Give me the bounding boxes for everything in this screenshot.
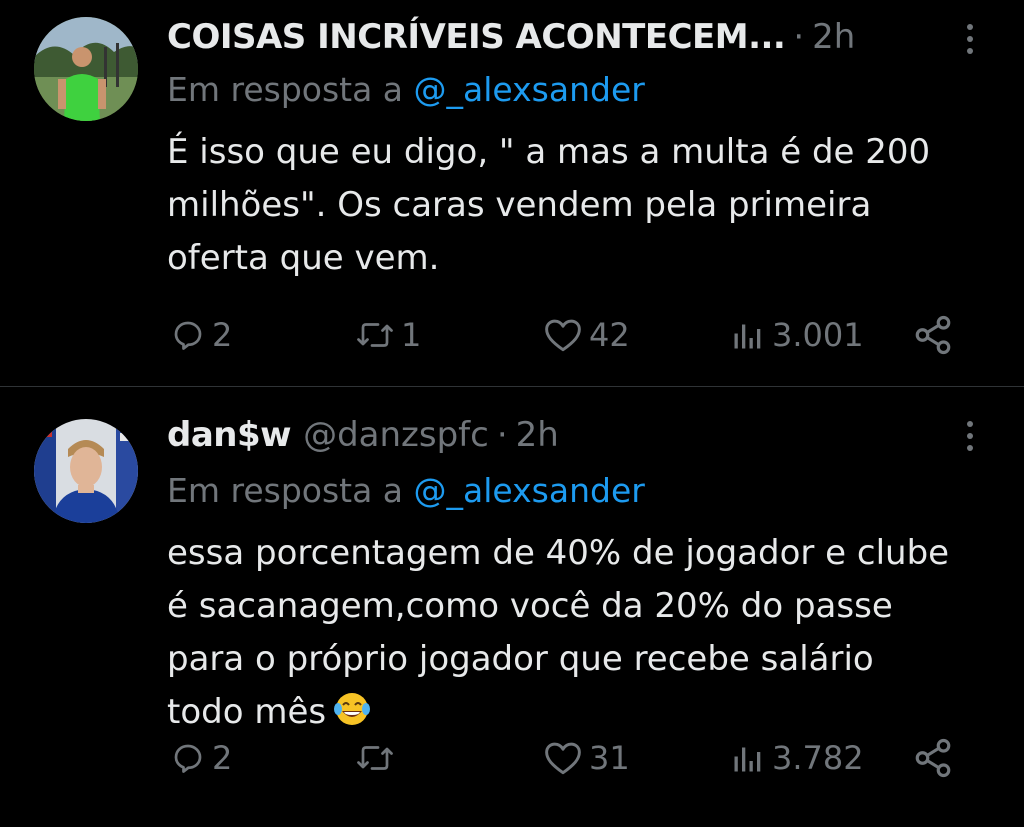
- display-name[interactable]: COISAS INCRÍVEIS ACONTECEM...: [167, 17, 786, 57]
- share-icon: [915, 315, 951, 355]
- reply-mention-link[interactable]: @_alexsander: [414, 471, 645, 510]
- action-bar: 2 1 42 3.001: [0, 310, 1024, 360]
- tweet-text-line: oferta que vem.: [167, 238, 440, 278]
- share-button[interactable]: [912, 310, 954, 360]
- reply-prefix: Em resposta a: [167, 471, 404, 510]
- reply-mention-link[interactable]: @_alexsander: [414, 70, 645, 109]
- separator-dot: ·: [496, 415, 508, 455]
- views-count: 3.782: [772, 739, 864, 777]
- reply-button[interactable]: 2: [170, 733, 232, 783]
- tweet-header: COISAS INCRÍVEIS ACONTECEM... · 2h: [167, 16, 944, 58]
- tweet[interactable]: COISAS INCRÍVEIS ACONTECEM... · 2h Em re…: [0, 0, 1024, 387]
- reply-context: Em resposta a @_alexsander: [167, 70, 645, 109]
- tweet-text: É isso que eu digo, " a mas a multa é de…: [167, 126, 987, 285]
- views-chart-icon: [734, 747, 761, 772]
- tweet[interactable]: dan$w @danzspfc · 2h Em resposta a @_ale…: [0, 387, 1024, 827]
- tweet-text-line: É isso que eu digo, " a mas a multa é de…: [167, 132, 931, 172]
- timestamp[interactable]: 2h: [516, 415, 559, 455]
- views-button[interactable]: 3.782: [730, 733, 864, 783]
- share-button[interactable]: [912, 733, 954, 783]
- like-button[interactable]: 42: [543, 310, 630, 360]
- retweet-icon: [357, 746, 393, 770]
- tweet-text-line: é sacanagem,como você da 20% do passe: [167, 586, 893, 626]
- retweet-count: 1: [401, 316, 422, 354]
- tweet-text-line: essa porcentagem de 40% de jogador e clu…: [167, 533, 950, 573]
- timestamp[interactable]: 2h: [812, 17, 855, 57]
- avatar-man-green-shirt-icon: [34, 17, 138, 121]
- retweet-icon: [357, 323, 393, 347]
- display-name[interactable]: dan$w: [167, 415, 292, 455]
- views-count: 3.001: [772, 316, 864, 354]
- tweet-text-line-last: todo mês: [167, 686, 987, 739]
- reply-count: 2: [212, 739, 233, 777]
- retweet-button[interactable]: 1: [355, 310, 421, 360]
- user-handle[interactable]: @danzspfc: [303, 415, 489, 455]
- tweet-header: dan$w @danzspfc · 2h: [167, 414, 944, 456]
- reply-icon: [174, 744, 202, 773]
- reply-prefix: Em resposta a: [167, 70, 404, 109]
- tweet-text-line: todo mês: [167, 692, 327, 732]
- avatar[interactable]: [34, 17, 138, 121]
- like-count: 42: [589, 316, 630, 354]
- action-bar: 2 31 3.782: [0, 733, 1024, 783]
- like-button[interactable]: 31: [543, 733, 630, 783]
- tweet-text-line: para o próprio jogador que recebe salári…: [167, 639, 874, 679]
- retweet-button[interactable]: [355, 733, 395, 783]
- avatar-player-blue-shirt-icon: [34, 419, 138, 523]
- tweet-text: essa porcentagem de 40% de jogador e clu…: [167, 527, 987, 739]
- tweet-text-line: milhões". Os caras vendem pela primeira: [167, 185, 872, 225]
- more-options-icon[interactable]: [956, 18, 984, 60]
- separator-dot: ·: [793, 17, 805, 57]
- reply-icon: [174, 321, 202, 350]
- face-with-tears-of-joy-icon: [334, 693, 371, 725]
- heart-icon: [545, 742, 581, 775]
- avatar[interactable]: [34, 419, 138, 523]
- reply-context: Em resposta a @_alexsander: [167, 471, 645, 510]
- like-count: 31: [589, 739, 630, 777]
- heart-icon: [545, 319, 581, 352]
- more-options-icon[interactable]: [956, 415, 984, 457]
- share-icon: [915, 738, 951, 778]
- reply-count: 2: [212, 316, 233, 354]
- views-button[interactable]: 3.001: [730, 310, 864, 360]
- views-chart-icon: [734, 324, 761, 349]
- reply-button[interactable]: 2: [170, 310, 232, 360]
